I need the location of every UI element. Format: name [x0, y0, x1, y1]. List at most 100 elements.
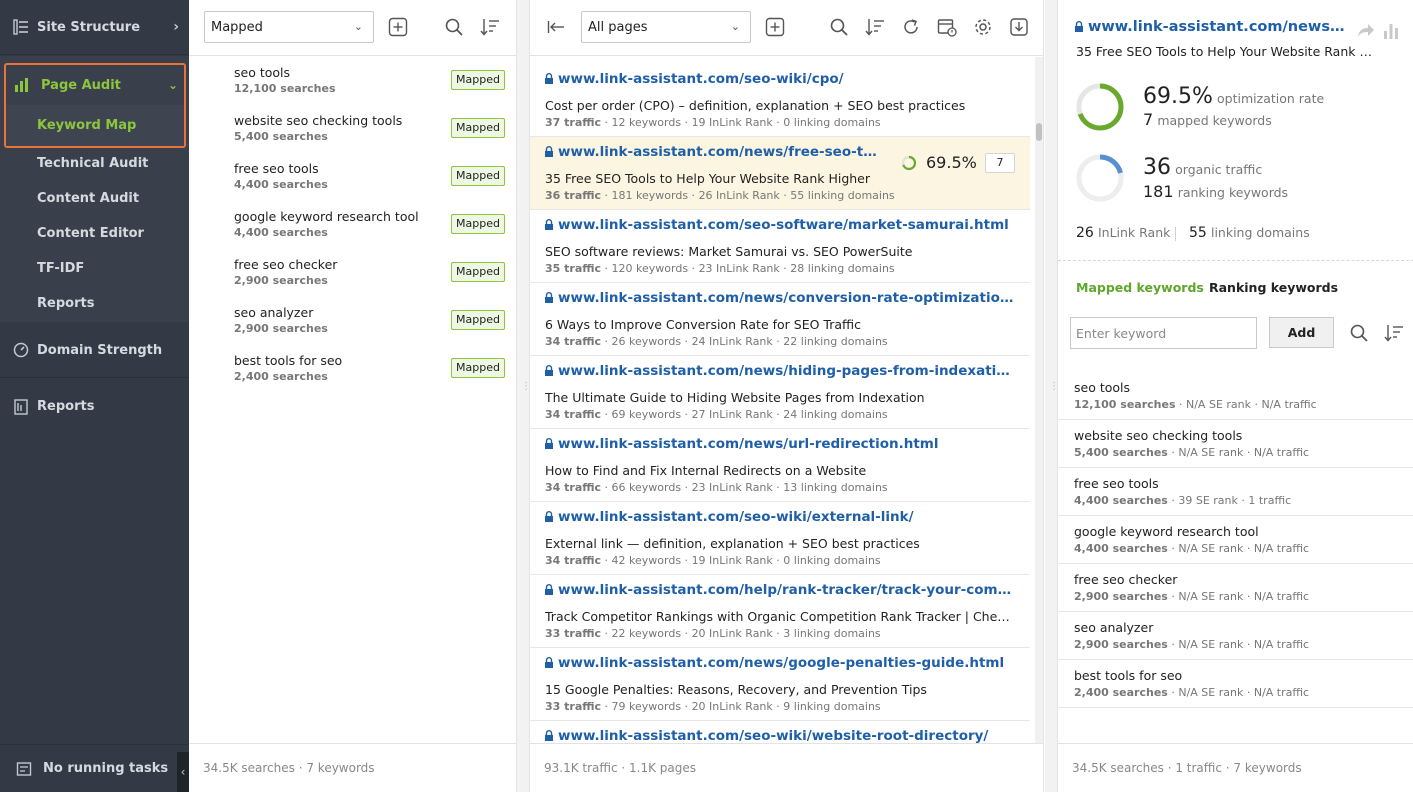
keyword-searches: 2,900 searches	[1074, 638, 1168, 651]
panel-resizer[interactable]: ⋮	[517, 0, 531, 792]
page-filter-select[interactable]: All pages ⌄	[581, 11, 751, 43]
keyword-searches: 4,400 searches	[1074, 494, 1168, 507]
chevron-down-icon: ⌄	[730, 20, 740, 33]
page-keywords: 181 keywords	[611, 189, 689, 202]
tasks-status[interactable]: No running tasks	[0, 744, 189, 792]
keyword-filter-select[interactable]: Mapped ⌄	[204, 11, 374, 43]
list-item[interactable]: free seo tools 4,400 searches · 39 SE ran…	[1058, 468, 1413, 516]
settings-icon[interactable]	[972, 16, 994, 38]
page-linking-domains: 13 linking domains	[783, 481, 888, 494]
table-row[interactable]: www.link-assistant.com/news/conversion-r…	[530, 283, 1030, 356]
page-url-link[interactable]: www.link-assistant.com/news/conversion-r…	[544, 290, 1014, 306]
search-icon[interactable]	[1348, 322, 1370, 344]
page-url-link[interactable]: www.link-assistant.com/seo-wiki/website-…	[544, 728, 1014, 743]
page-metrics: 34 traffic · 69 keywords · 27 InLink Ran…	[545, 408, 888, 421]
lock-icon	[545, 730, 553, 741]
download-icon[interactable]	[1008, 16, 1030, 38]
sidebar-item-tf-idf[interactable]: TF-IDF	[0, 251, 189, 286]
page-url-link[interactable]: www.link-assistant.com/news/free-seo-too…	[1074, 19, 1349, 35]
keyword-metrics: 5,400 searches · N/A SE rank · N/A traff…	[1074, 446, 1310, 459]
page-traffic: 34 traffic	[545, 408, 602, 421]
scrollbar-thumb[interactable]	[1036, 123, 1042, 141]
list-item[interactable]: website seo checking tools 5,400 searche…	[189, 104, 516, 152]
list-item[interactable]: free seo tools 4,400 searches Mapped	[189, 152, 516, 200]
keyword-searches: 2,400 searches	[234, 370, 328, 383]
table-row[interactable]: www.link-assistant.com/news/free-seo-too…	[530, 137, 1030, 210]
page-title: 35 Free SEO Tools to Help Your Website R…	[1076, 44, 1376, 59]
sidebar-domain-strength[interactable]: Domain Strength	[0, 323, 189, 378]
page-traffic: 34 traffic	[545, 335, 602, 348]
keyword-name: free seo tools	[1074, 476, 1159, 491]
keyword-name: website seo checking tools	[234, 113, 403, 128]
table-row[interactable]: www.link-assistant.com/seo-software/mark…	[530, 210, 1030, 283]
search-icon[interactable]	[443, 16, 465, 38]
collapse-left-icon[interactable]	[546, 16, 568, 38]
table-row[interactable]: www.link-assistant.com/news/url-redirect…	[530, 429, 1030, 502]
list-item[interactable]: best tools for seo 2,400 searches · N/A S…	[1058, 660, 1413, 708]
list-item[interactable]: seo analyzer 2,900 searches · N/A SE rank…	[1058, 612, 1413, 660]
list-item[interactable]: google keyword research tool 4,400 search…	[1058, 516, 1413, 564]
table-row[interactable]: www.link-assistant.com/help/rank-tracker…	[530, 575, 1030, 648]
sidebar-item-keyword-map[interactable]: Keyword Map	[6, 105, 184, 146]
table-row[interactable]: www.link-assistant.com/seo-wiki/external…	[530, 502, 1030, 575]
page-list-scrollbar[interactable]	[1035, 57, 1043, 743]
table-row[interactable]: www.link-assistant.com/seo-wiki/cpo/Cost…	[530, 64, 1030, 137]
list-item[interactable]: seo analyzer 2,900 searches Mapped	[189, 296, 516, 344]
list-item[interactable]: seo tools 12,100 searches Mapped	[189, 56, 516, 104]
table-row[interactable]: www.link-assistant.com/news/hiding-pages…	[530, 356, 1030, 429]
table-row[interactable]: www.link-assistant.com/news/google-penal…	[530, 648, 1030, 721]
page-url-text: www.link-assistant.com/help/rank-tracker…	[558, 582, 1014, 598]
keyword-traffic: 1 traffic	[1248, 494, 1292, 507]
keyword-input[interactable]	[1070, 317, 1257, 349]
inlink-rank-stat: 26 InLink Rank	[1076, 225, 1170, 241]
keyword-se-rank: N/A SE rank	[1178, 590, 1244, 603]
page-url-link[interactable]: www.link-assistant.com/news/hiding-pages…	[544, 363, 1014, 379]
table-row[interactable]: www.link-assistant.com/seo-wiki/website-…	[530, 721, 1030, 743]
page-url-link[interactable]: www.link-assistant.com/seo-wiki/external…	[544, 509, 1014, 525]
page-title: Track Competitor Rankings with Organic C…	[545, 609, 1015, 624]
panel-resizer[interactable]: ⋮	[1045, 0, 1059, 792]
add-icon[interactable]	[764, 16, 786, 38]
page-detail-panel: www.link-assistant.com/news/free-seo-too…	[1057, 0, 1413, 792]
list-item[interactable]: free seo checker 2,900 searches Mapped	[189, 248, 516, 296]
sidebar-page-audit[interactable]: Page Audit ⌄	[6, 65, 184, 105]
search-icon[interactable]	[828, 16, 850, 38]
list-item[interactable]: seo tools 12,100 searches · N/A SE rank ·…	[1058, 372, 1413, 420]
list-item[interactable]: website seo checking tools 5,400 searches…	[1058, 420, 1413, 468]
page-traffic: 37 traffic	[545, 116, 602, 129]
page-url-link[interactable]: www.link-assistant.com/help/rank-tracker…	[544, 582, 1014, 598]
list-item[interactable]: google keyword research tool 4,400 searc…	[189, 200, 516, 248]
add-keyword-button[interactable]: Add	[1269, 317, 1334, 348]
sort-icon[interactable]	[479, 16, 501, 38]
sidebar-site-structure[interactable]: Site Structure ›	[0, 0, 189, 55]
sidebar-item-technical-audit[interactable]: Technical Audit	[0, 146, 189, 181]
keyword-searches: 4,400 searches	[1074, 542, 1168, 555]
page-url-link[interactable]: www.link-assistant.com/news/google-penal…	[544, 655, 1014, 671]
optimization-rate-value: 69.5%	[1143, 84, 1213, 109]
sidebar-item-reports-sub[interactable]: Reports	[0, 286, 189, 321]
sidebar-item-content-audit[interactable]: Content Audit	[0, 181, 189, 216]
page-url-link[interactable]: www.link-assistant.com/seo-software/mark…	[544, 217, 1014, 233]
page-traffic: 33 traffic	[545, 627, 602, 640]
optimization-rate-ring	[1076, 83, 1124, 131]
page-keywords: 26 keywords	[611, 335, 682, 348]
page-url-link[interactable]: www.link-assistant.com/seo-wiki/cpo/	[544, 71, 1014, 87]
sort-icon[interactable]	[864, 16, 886, 38]
page-url-link[interactable]: www.link-assistant.com/news/free-seo-too…	[544, 144, 884, 160]
schedule-icon[interactable]	[936, 16, 958, 38]
refresh-icon[interactable]	[900, 16, 922, 38]
bar-chart-icon[interactable]	[1380, 20, 1402, 42]
detail-footer: 34.5K searches · 1 traffic · 7 keywords	[1058, 743, 1413, 792]
share-icon[interactable]	[1354, 20, 1376, 42]
tab-ranking-keywords[interactable]: Ranking keywords	[1209, 280, 1338, 295]
keyword-name: seo analyzer	[1074, 620, 1154, 635]
list-item[interactable]: best tools for seo 2,400 searches Mapped	[189, 344, 516, 392]
collapse-sidebar-button[interactable]: ‹	[177, 752, 189, 792]
sidebar-reports[interactable]: Reports	[0, 379, 189, 434]
list-item[interactable]: free seo checker 2,900 searches · N/A SE …	[1058, 564, 1413, 612]
tab-mapped-keywords[interactable]: Mapped keywords	[1076, 280, 1204, 295]
sidebar-item-content-editor[interactable]: Content Editor	[0, 216, 189, 251]
sort-icon[interactable]	[1383, 322, 1405, 344]
add-icon[interactable]	[387, 16, 409, 38]
page-url-link[interactable]: www.link-assistant.com/news/url-redirect…	[544, 436, 1014, 452]
